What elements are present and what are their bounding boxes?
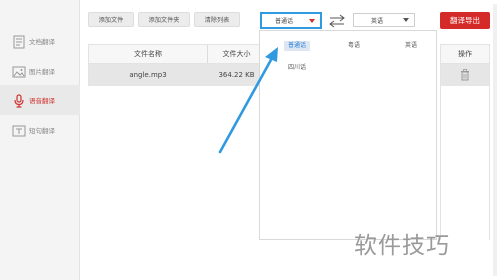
sidebar-item-label: 语音翻译 [29, 97, 55, 105]
translate-export-button[interactable]: 翻译导出 [440, 12, 490, 29]
sidebar-item-voice[interactable]: 语音翻译 [0, 85, 80, 115]
trash-icon[interactable] [460, 66, 470, 85]
text-icon [12, 123, 26, 137]
add-folder-button[interactable]: 添加文件夹 [138, 12, 190, 27]
table-row[interactable]: angle.mp3 364.22 KB [88, 64, 264, 86]
sidebar-item-label: 短句翻译 [29, 127, 55, 135]
source-language-select[interactable]: 普通话 [260, 12, 322, 29]
column-header-operation: 操作 [441, 44, 489, 64]
file-table: 文件名称 文件大小 angle.mp3 364.22 KB [88, 44, 264, 86]
chevron-down-icon [309, 18, 315, 23]
sidebar-item-label: 图片翻译 [29, 68, 55, 76]
column-header-size: 文件大小 [222, 50, 251, 58]
swap-arrows-icon[interactable] [328, 13, 346, 28]
dropdown-option-cantonese[interactable]: 粤语 [348, 41, 360, 51]
operation-column: 操作 [440, 44, 490, 240]
sidebar-item-label: 文档翻译 [29, 38, 55, 46]
sidebar-item-document[interactable]: 文档翻译 [0, 26, 80, 56]
table-header: 文件名称 文件大小 [88, 44, 264, 64]
document-icon [12, 34, 26, 49]
chevron-down-icon [403, 18, 409, 22]
file-size-cell: 364.22 KB [218, 71, 255, 79]
clear-list-button[interactable]: 清除列表 [194, 12, 240, 27]
translation-app-window: 文档翻译 图片翻译 语音翻译 短句翻译 添加文件 添加文件夹 清除列表 普通话 [0, 0, 500, 280]
column-header-name: 文件名称 [134, 50, 162, 58]
dropdown-option-sichuanese[interactable]: 四川话 [288, 63, 306, 73]
target-language-value: 英语 [370, 17, 383, 25]
file-name-cell: angle.mp3 [129, 71, 167, 79]
vertical-scrollbar[interactable] [493, 4, 497, 276]
source-language-value: 普通话 [274, 18, 293, 25]
operation-cell [441, 64, 489, 86]
microphone-icon [12, 93, 26, 108]
watermark-text: 软件技巧 [354, 233, 450, 259]
target-language-select[interactable]: 英语 [353, 13, 415, 27]
sidebar-item-image[interactable]: 图片翻译 [0, 56, 80, 86]
dropdown-option-english[interactable]: 英语 [405, 41, 417, 51]
sidebar-item-short-text[interactable]: 短句翻译 [0, 115, 80, 145]
add-file-button[interactable]: 添加文件 [88, 12, 134, 27]
sidebar: 文档翻译 图片翻译 语音翻译 短句翻译 [0, 0, 80, 280]
dropdown-option-mandarin[interactable]: 普通话 [284, 41, 311, 51]
language-dropdown-list: 普通话 粤语 英语 四川话 [259, 30, 437, 240]
image-icon [12, 64, 26, 78]
